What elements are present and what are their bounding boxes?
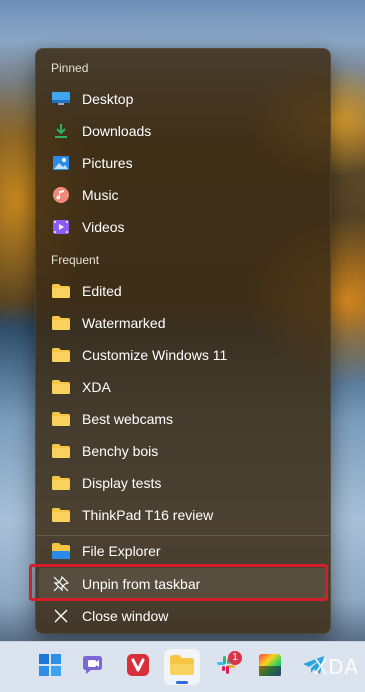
frequent-item[interactable]: Watermarked bbox=[39, 307, 327, 339]
pinned-item-label: Downloads bbox=[82, 123, 152, 139]
task-item-label: Close window bbox=[82, 608, 169, 624]
frequent-item[interactable]: Benchy bois bbox=[39, 435, 327, 467]
frequent-item-label: ThinkPad T16 review bbox=[82, 507, 214, 523]
frequent-item[interactable]: Customize Windows 11 bbox=[39, 339, 327, 371]
frequent-section-title: Frequent bbox=[51, 253, 100, 267]
folder-icon bbox=[52, 410, 70, 428]
frequent-item-label: Benchy bois bbox=[82, 443, 159, 459]
frequent-item-label: Best webcams bbox=[82, 411, 174, 427]
xda-watermark: XDA bbox=[313, 655, 359, 679]
folder-icon bbox=[52, 282, 70, 300]
frequent-item-label: Edited bbox=[82, 283, 122, 299]
task-item-close-window[interactable]: Close window bbox=[39, 600, 327, 632]
color-app-button[interactable] bbox=[252, 649, 288, 685]
teams-chat-icon bbox=[82, 654, 106, 681]
color-palette-icon bbox=[259, 653, 281, 681]
frequent-item[interactable]: Display tests bbox=[39, 467, 327, 499]
desktop-icon bbox=[52, 90, 70, 108]
slack-button[interactable]: 1 bbox=[208, 649, 244, 685]
pinned-item-label: Music bbox=[82, 187, 119, 203]
folder-icon bbox=[52, 314, 70, 332]
file-explorer-icon bbox=[170, 654, 194, 680]
pinned-item-label: Pictures bbox=[82, 155, 133, 171]
file-explorer-taskbar-button[interactable] bbox=[164, 649, 200, 685]
pinned-item-desktop[interactable]: Desktop bbox=[39, 83, 327, 115]
pinned-item-label: Videos bbox=[82, 219, 125, 235]
jump-list-menu: Pinned Desktop Downloads Pictures Music … bbox=[35, 48, 331, 634]
frequent-item-label: Watermarked bbox=[82, 315, 166, 331]
start-button[interactable] bbox=[32, 649, 68, 685]
pinned-item-music[interactable]: Music bbox=[39, 179, 327, 211]
pinned-item-label: Desktop bbox=[82, 91, 134, 107]
unpin-icon bbox=[52, 575, 70, 593]
frequent-item-label: XDA bbox=[82, 379, 111, 395]
videos-icon bbox=[52, 218, 70, 236]
vivaldi-button[interactable] bbox=[120, 649, 156, 685]
task-item-label: Unpin from taskbar bbox=[82, 576, 201, 592]
active-app-indicator bbox=[176, 681, 188, 684]
folder-icon bbox=[52, 506, 70, 524]
pinned-item-pictures[interactable]: Pictures bbox=[39, 147, 327, 179]
teams-chat-button[interactable] bbox=[76, 649, 112, 685]
frequent-item[interactable]: ThinkPad T16 review bbox=[39, 499, 327, 531]
file-explorer-icon bbox=[52, 542, 70, 560]
frequent-item[interactable]: Best webcams bbox=[39, 403, 327, 435]
frequent-item[interactable]: Edited bbox=[39, 275, 327, 307]
downloads-icon bbox=[52, 122, 70, 140]
frequent-item-label: Display tests bbox=[82, 475, 162, 491]
frequent-item[interactable]: XDA bbox=[39, 371, 327, 403]
pinned-item-downloads[interactable]: Downloads bbox=[39, 115, 327, 147]
pictures-icon bbox=[52, 154, 70, 172]
task-item-unpin-from-taskbar[interactable]: Unpin from taskbar bbox=[39, 568, 327, 600]
notification-badge: 1 bbox=[228, 651, 242, 665]
taskbar: 1 bbox=[0, 641, 365, 692]
music-icon bbox=[52, 186, 70, 204]
folder-icon bbox=[52, 474, 70, 492]
folder-icon bbox=[52, 346, 70, 364]
task-item-file-explorer[interactable]: File Explorer bbox=[39, 535, 327, 567]
frequent-item-label: Customize Windows 11 bbox=[82, 347, 228, 363]
vivaldi-icon bbox=[127, 653, 149, 681]
pinned-section-title: Pinned bbox=[51, 61, 89, 75]
pinned-item-videos[interactable]: Videos bbox=[39, 211, 327, 243]
windows-start-icon bbox=[39, 653, 61, 681]
folder-icon bbox=[52, 378, 70, 396]
close-icon bbox=[52, 607, 70, 625]
folder-icon bbox=[52, 442, 70, 460]
task-item-label: File Explorer bbox=[82, 543, 161, 559]
